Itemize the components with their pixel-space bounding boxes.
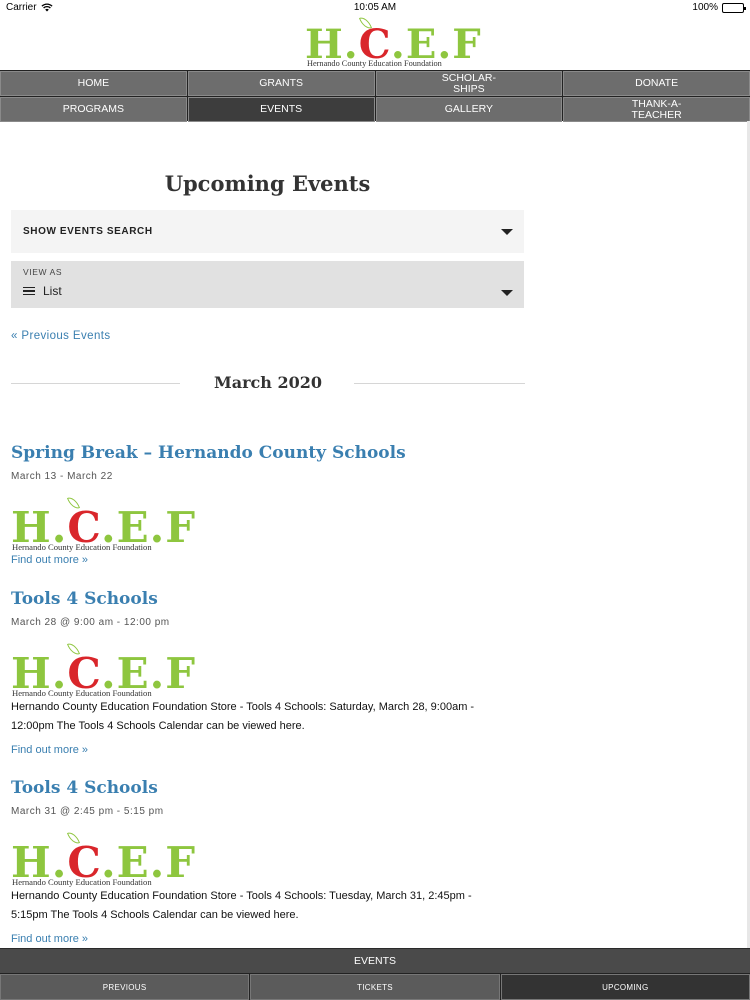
nav-item-thank-a-teacher[interactable]: THANK-A- TEACHER [563, 97, 750, 122]
event-title-link[interactable]: Spring Break – Hernando County Schools [11, 443, 481, 463]
divider [354, 383, 525, 384]
bottom-bar-title: EVENTS [0, 948, 750, 973]
tab-previous[interactable]: PREVIOUS [0, 974, 250, 1000]
events-content: Upcoming Events SHOW EVENTS SEARCH VIEW … [0, 121, 750, 948]
event-description: Hernando County Education Foundation Sto… [11, 890, 472, 921]
status-bar: Carrier 10:05 AM 100% [0, 0, 750, 16]
event-title-link[interactable]: Tools 4 Schools [11, 589, 481, 609]
event-date: March 28 @ 9:00 am - 12:00 pm [11, 617, 170, 628]
list-icon [23, 286, 35, 296]
nav-item-donate[interactable]: DONATE [563, 71, 750, 96]
view-as-value: List [43, 284, 62, 298]
bottom-tabs: PREVIOUS TICKETS UPCOMING [0, 974, 750, 1000]
find-out-more-link[interactable]: Find out more » [11, 744, 481, 756]
bottom-tab-bar: EVENTS PREVIOUS TICKETS UPCOMING [0, 948, 750, 1000]
chevron-down-icon [501, 229, 513, 235]
event-item: Spring Break – Hernando County Schools M… [11, 443, 481, 566]
chevron-down-icon [501, 290, 513, 296]
tab-upcoming[interactable]: UPCOMING [500, 974, 750, 1000]
event-thumbnail[interactable]: H.C.E.F Hernando County Education Founda… [11, 829, 195, 887]
battery-icon [722, 2, 746, 13]
event-thumbnail[interactable]: H.C.E.F Hernando County Education Founda… [11, 494, 195, 552]
status-time: 10:05 AM [353, 2, 397, 13]
view-as-label: VIEW AS [23, 267, 63, 277]
events-search-label: SHOW EVENTS SEARCH [23, 226, 153, 237]
find-out-more-link[interactable]: Find out more » [11, 554, 481, 566]
page-title: Upcoming Events [164, 171, 371, 196]
event-date: March 13 - March 22 [11, 471, 113, 482]
nav-item-events[interactable]: EVENTS [187, 97, 375, 122]
month-separator: March 2020 [11, 373, 525, 393]
battery-percent: 100% [692, 2, 718, 13]
logo-tagline: Hernando County Education Foundation [12, 688, 152, 698]
event-item: Tools 4 Schools March 28 @ 9:00 am - 12:… [11, 589, 481, 756]
event-item: Tools 4 Schools March 31 @ 2:45 pm - 5:1… [11, 778, 481, 945]
nav-item-grants[interactable]: GRANTS [187, 71, 375, 96]
previous-events-link[interactable]: « Previous Events [11, 330, 111, 342]
event-description: Hernando County Education Foundation Sto… [11, 701, 475, 732]
logo-tagline: Hernando County Education Foundation [12, 877, 152, 887]
event-date: March 31 @ 2:45 pm - 5:15 pm [11, 806, 164, 817]
view-as-select[interactable]: VIEW AS List [11, 261, 524, 308]
find-out-more-link[interactable]: Find out more » [11, 933, 481, 945]
event-title-link[interactable]: Tools 4 Schools [11, 778, 481, 798]
tab-tickets[interactable]: TICKETS [250, 974, 500, 1000]
nav-item-home[interactable]: HOME [0, 71, 187, 96]
logo-tagline: Hernando County Education Foundation [307, 59, 442, 68]
nav-item-programs[interactable]: PROGRAMS [0, 97, 187, 122]
nav-item-gallery[interactable]: GALLERY [375, 97, 563, 122]
battery-info: 100% [692, 2, 746, 13]
events-search-toggle[interactable]: SHOW EVENTS SEARCH [11, 210, 524, 253]
main-nav: HOME GRANTS SCHOLAR- SHIPS DONATE PROGRA… [0, 70, 750, 122]
logo-tagline: Hernando County Education Foundation [12, 542, 152, 552]
hcef-logo[interactable]: H.C.E.F Hernando County Education Founda… [305, 14, 481, 69]
event-thumbnail[interactable]: H.C.E.F Hernando County Education Founda… [11, 640, 195, 698]
nav-item-scholarships[interactable]: SCHOLAR- SHIPS [375, 71, 563, 96]
